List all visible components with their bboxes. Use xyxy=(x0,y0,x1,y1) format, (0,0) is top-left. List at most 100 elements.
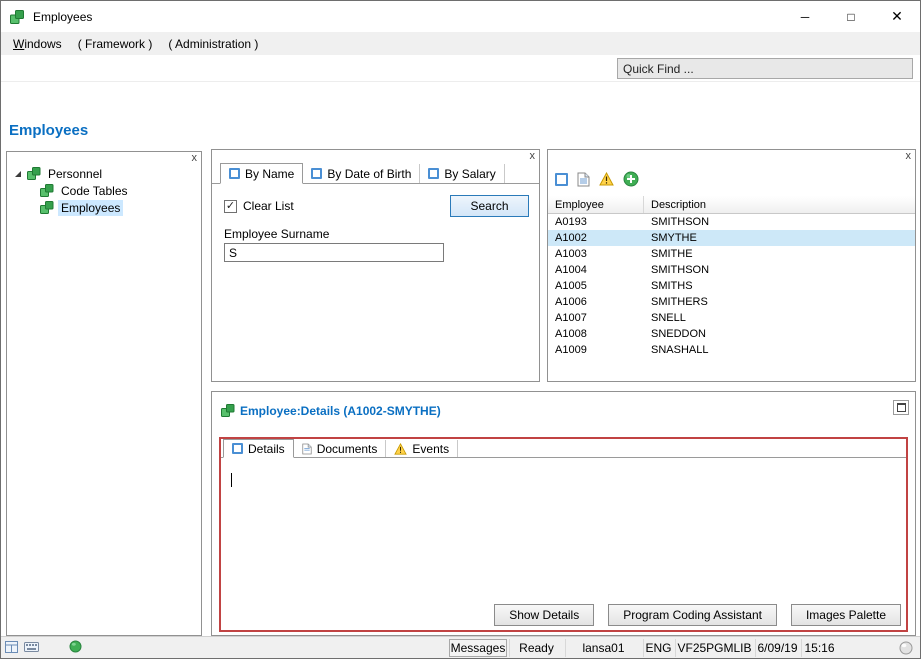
tab-by-date-of-birth[interactable]: By Date of Birth xyxy=(303,164,420,183)
employee-surname-input[interactable] xyxy=(224,243,444,262)
status-user: lansa01 xyxy=(565,639,641,657)
cell-description: SMITHSON xyxy=(644,216,915,228)
cell-employee: A1002 xyxy=(548,232,644,244)
menu-framework[interactable]: ( Framework ) xyxy=(70,34,161,54)
menubar: Windows ( Framework ) ( Administration ) xyxy=(1,32,920,55)
tree-item-code-tables[interactable]: Code Tables xyxy=(7,182,201,199)
undock-icon[interactable] xyxy=(893,400,909,415)
cell-employee: A1007 xyxy=(548,312,644,324)
search-panel: x By Name By Date of Birth By Salary Cle… xyxy=(211,149,540,382)
page-title: Employees xyxy=(9,122,88,139)
search-tabstrip: By Name By Date of Birth By Salary xyxy=(212,162,539,184)
table-row[interactable]: A1009 SNASHALL xyxy=(548,342,915,358)
add-employee-icon[interactable] xyxy=(623,171,639,187)
titlebar: Employees ─ □ ✕ xyxy=(1,1,920,32)
grid-view-icon[interactable] xyxy=(5,641,18,653)
details-highlight-region: Details Documents Events Show Details Pr… xyxy=(219,437,908,632)
cell-employee: A1003 xyxy=(548,248,644,260)
details-view-icon[interactable] xyxy=(555,173,568,186)
statusbar: Messages Ready lansa01 ENG VF25PGMLIB 6/… xyxy=(1,636,920,658)
tab-label: By Date of Birth xyxy=(327,167,411,181)
tab-events[interactable]: Events xyxy=(386,440,458,457)
employee-surname-label: Employee Surname xyxy=(224,227,329,241)
tab-label: Details xyxy=(248,442,285,456)
cell-description: SMYTHE xyxy=(644,232,915,244)
employee-details-icon xyxy=(220,403,235,418)
details-actions: Show Details Program Coding Assistant Im… xyxy=(494,604,901,626)
minimize-icon[interactable]: ─ xyxy=(782,1,828,32)
expander-icon[interactable] xyxy=(15,171,21,177)
cell-description: SMITHE xyxy=(644,248,915,260)
employees-window: { "window": { "title": "Employees", "con… xyxy=(0,0,921,659)
table-row[interactable]: A1004 SMITHSON xyxy=(548,262,915,278)
panel-close-icon[interactable]: x xyxy=(906,150,912,163)
show-details-button[interactable]: Show Details xyxy=(494,604,594,626)
status-ready: Ready xyxy=(509,639,563,657)
table-row[interactable]: A1006 SMITHERS xyxy=(548,294,915,310)
tab-label: Documents xyxy=(317,442,378,456)
status-date: 6/09/19 xyxy=(755,639,799,657)
table-row-selected[interactable]: A1002 SMYTHE xyxy=(548,230,915,246)
keyboard-icon[interactable] xyxy=(24,642,39,652)
status-language: ENG xyxy=(643,639,673,657)
cell-employee: A1004 xyxy=(548,264,644,276)
personnel-icon xyxy=(26,166,41,181)
maximize-icon[interactable]: □ xyxy=(828,1,874,32)
close-icon[interactable]: ✕ xyxy=(874,1,920,32)
tab-by-name[interactable]: By Name xyxy=(220,163,303,184)
table-row[interactable]: A1008 SNEDDON xyxy=(548,326,915,342)
events-tab-icon xyxy=(394,443,407,455)
cell-employee: A1008 xyxy=(548,328,644,340)
messages-button[interactable]: Messages xyxy=(449,639,507,657)
cell-description: SMITHS xyxy=(644,280,915,292)
table-row[interactable]: A0193 SMITHSON xyxy=(548,214,915,230)
status-library: VF25PGMLIB xyxy=(675,639,753,657)
program-coding-assistant-button[interactable]: Program Coding Assistant xyxy=(608,604,777,626)
quick-find-input[interactable] xyxy=(617,58,913,79)
tab-label: By Salary xyxy=(444,167,495,181)
documents-icon[interactable] xyxy=(577,172,590,187)
search-button[interactable]: Search xyxy=(450,195,529,217)
text-caret xyxy=(231,473,232,487)
table-row[interactable]: A1005 SMITHS xyxy=(548,278,915,294)
tab-details[interactable]: Details xyxy=(223,439,294,458)
panel-close-icon[interactable]: x xyxy=(192,152,198,165)
images-palette-button[interactable]: Images Palette xyxy=(791,604,901,626)
tab-label: By Name xyxy=(245,167,294,181)
tab-label: Events xyxy=(412,442,449,456)
tree-item-label: Personnel xyxy=(45,166,105,182)
tab-by-salary[interactable]: By Salary xyxy=(420,164,504,183)
cell-employee: A1009 xyxy=(548,344,644,356)
tree-item-personnel[interactable]: Personnel xyxy=(7,165,201,182)
connection-status-icon[interactable] xyxy=(69,640,82,653)
column-header-description[interactable]: Description xyxy=(644,199,915,211)
cell-description: SMITHSON xyxy=(644,264,915,276)
menu-administration[interactable]: ( Administration ) xyxy=(160,34,266,54)
toolbar xyxy=(1,55,920,82)
clear-list-label: Clear List xyxy=(243,199,294,213)
status-ball-icon xyxy=(899,641,913,655)
table-row[interactable]: A1007 SNELL xyxy=(548,310,915,326)
list-toolbar xyxy=(555,170,639,188)
details-panel-title: Employee:Details (A1002-SMYTHE) xyxy=(240,404,441,418)
menu-windows[interactable]: Windows xyxy=(5,34,70,54)
by-name-icon xyxy=(229,168,240,179)
by-salary-icon xyxy=(428,168,439,179)
column-header-employee[interactable]: Employee xyxy=(548,196,644,213)
table-header: Employee Description xyxy=(548,196,915,214)
details-tab-icon xyxy=(232,443,243,454)
events-warning-icon[interactable] xyxy=(599,172,614,186)
details-tabstrip: Details Documents Events xyxy=(221,439,906,458)
cell-employee: A1005 xyxy=(548,280,644,292)
tree-item-label: Employees xyxy=(58,200,123,216)
documents-tab-icon xyxy=(302,443,312,455)
app-icon xyxy=(9,9,25,25)
tree-panel: x Personnel Code Tables Employees xyxy=(6,151,202,636)
clear-list-checkbox[interactable] xyxy=(224,200,237,213)
status-time: 15:16 xyxy=(801,639,837,657)
tree-item-employees[interactable]: Employees xyxy=(7,199,201,216)
tab-documents[interactable]: Documents xyxy=(294,440,387,457)
table-row[interactable]: A1003 SMITHE xyxy=(548,246,915,262)
details-content-area[interactable]: Show Details Program Coding Assistant Im… xyxy=(221,459,906,630)
employee-list-panel: x Employee Description A0193 SMITHSON A1… xyxy=(547,149,916,382)
